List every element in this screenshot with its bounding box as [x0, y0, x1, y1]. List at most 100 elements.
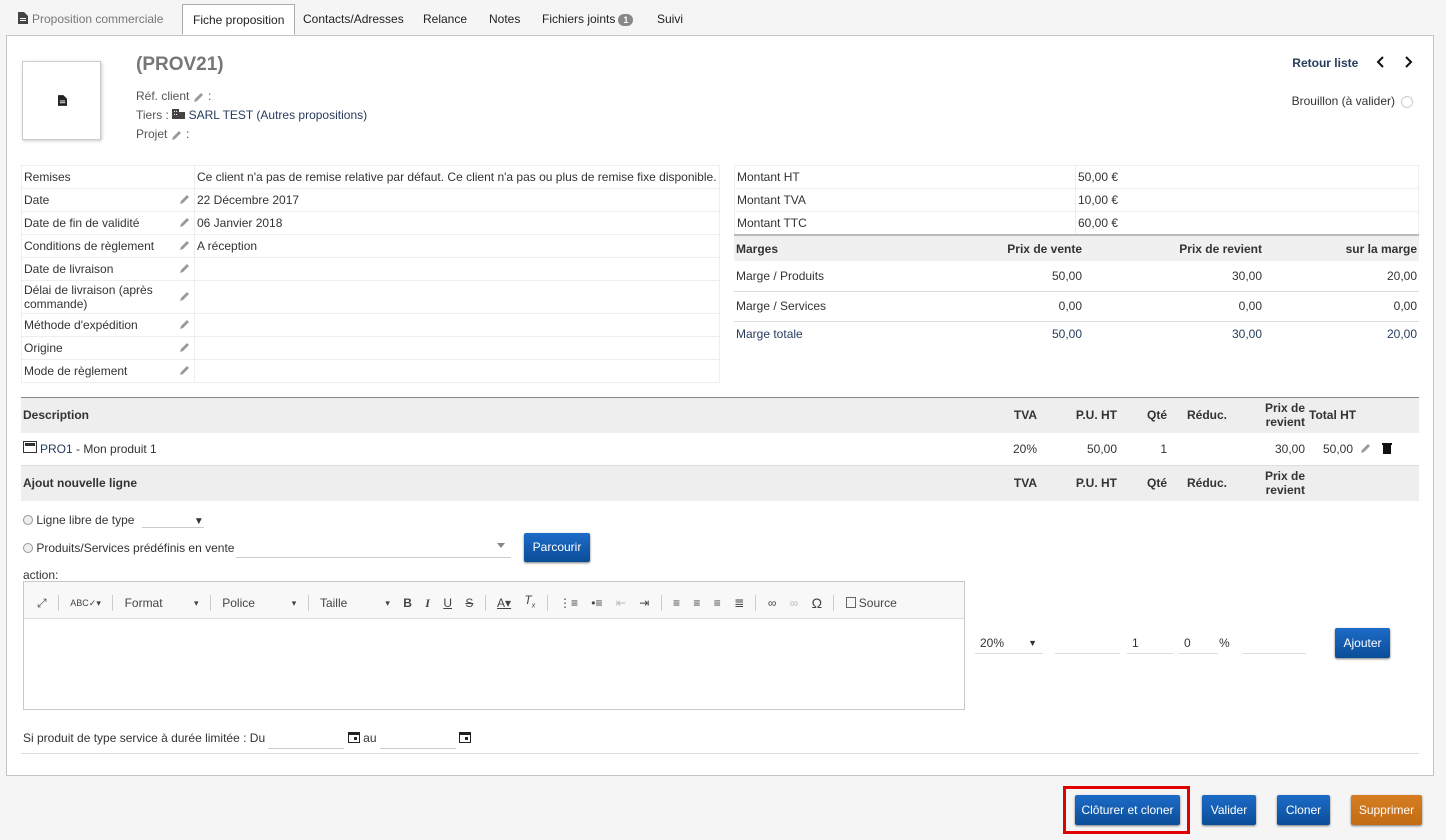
edit-pencil-icon[interactable]	[1360, 442, 1372, 454]
other-proposals-link[interactable]: (Autres propositions)	[256, 108, 367, 122]
line-pu: 50,00	[1039, 432, 1119, 466]
italic-icon[interactable]: I	[425, 585, 430, 621]
strikethrough-icon[interactable]: S	[465, 585, 473, 621]
tab-suivi[interactable]: Suivi	[647, 4, 693, 35]
back-to-list-link[interactable]: Retour liste	[1292, 56, 1358, 70]
tab-contacts-adresses[interactable]: Contacts/Adresses	[293, 4, 414, 35]
bold-icon[interactable]: B	[403, 585, 412, 621]
tab-fiche-proposition[interactable]: Fiche proposition	[182, 4, 296, 35]
calendar-icon[interactable]	[347, 731, 360, 743]
date-end-input[interactable]	[379, 728, 456, 749]
clone-button[interactable]: Cloner	[1277, 795, 1330, 825]
numbered-list-icon[interactable]: ⋮≡	[559, 585, 578, 621]
field-value: Ce client n'a pas de remise relative par…	[194, 165, 720, 189]
table-row: PRO1 - Mon produit 1 20% 50,00 1 30,00 5…	[21, 432, 1419, 466]
status-circle-icon	[1401, 95, 1413, 108]
proposal-fields-table: Remises Ce client n'a pas de remise relat…	[21, 165, 720, 383]
align-left-icon[interactable]: ≡	[673, 585, 680, 621]
bullet-list-icon[interactable]: •≡	[591, 585, 602, 621]
delete-button[interactable]: Supprimer	[1351, 795, 1422, 825]
tab-relance[interactable]: Relance	[413, 4, 477, 35]
predefined-radio[interactable]	[23, 543, 33, 553]
col-tva: TVA	[979, 465, 1039, 501]
rich-text-editor: ⤢ ABC✓▾ Format ▾ Police ▾ Taille ▾ B I U S …	[23, 581, 965, 710]
tab-fichiers-joints[interactable]: Fichiers joints 1	[532, 4, 643, 35]
tab-label: Contacts/Adresses	[303, 12, 404, 26]
edit-pencil-icon[interactable]	[179, 341, 191, 353]
chevron-left-icon[interactable]	[1376, 56, 1386, 68]
margin-header: sur la marge	[1264, 235, 1419, 261]
line-type-select[interactable]: ▼	[141, 516, 204, 528]
size-select[interactable]: Taille ▾	[320, 585, 390, 621]
edit-pencil-icon[interactable]	[179, 262, 191, 274]
outdent-icon[interactable]: ⇤	[616, 585, 626, 621]
margin-sale: 50,00	[1004, 261, 1084, 292]
spellcheck-icon[interactable]: ABC✓▾	[70, 585, 101, 621]
validate-button[interactable]: Valider	[1202, 795, 1256, 825]
line-tva: 20%	[979, 432, 1039, 466]
editor-body[interactable]	[24, 619, 964, 709]
field-edit-cell	[176, 359, 195, 383]
product-ref-link[interactable]: PRO1	[40, 442, 73, 456]
add-line-button[interactable]: Ajouter	[1335, 628, 1390, 658]
remove-format-icon[interactable]: Tx	[524, 582, 535, 624]
product-select[interactable]	[236, 537, 511, 558]
product-icon	[23, 441, 37, 454]
font-select[interactable]: Police ▾	[222, 585, 296, 621]
reduc-input[interactable]: 0	[1179, 632, 1218, 654]
tab-label: Relance	[423, 12, 468, 26]
chevron-right-icon[interactable]	[1403, 56, 1413, 68]
tab-proposition-commerciale[interactable]: Proposition commerciale	[8, 4, 173, 35]
edit-pencil-icon[interactable]	[171, 129, 183, 141]
field-label: Méthode d'expédition	[21, 313, 177, 337]
justify-icon[interactable]: ≣	[734, 585, 744, 621]
size-label: Taille	[319, 596, 348, 611]
trash-icon[interactable]	[1381, 442, 1392, 454]
field-edit-cell	[176, 188, 195, 212]
maximize-icon[interactable]: ⤢	[37, 585, 47, 621]
date-start-input[interactable]	[268, 728, 345, 749]
unlink-icon[interactable]: ∞	[790, 585, 799, 621]
format-select[interactable]: Format ▾	[125, 585, 199, 621]
status-line: Brouillon (à valider)	[1292, 94, 1413, 108]
tiers-link[interactable]: SARL TEST	[189, 108, 253, 122]
edit-pencil-icon[interactable]	[179, 193, 191, 205]
tab-notes[interactable]: Notes	[479, 4, 530, 35]
cost-price-input[interactable]	[1243, 632, 1306, 654]
document-icon	[18, 12, 28, 24]
separator	[833, 595, 835, 612]
edit-pencil-icon[interactable]	[179, 318, 191, 330]
field-label: Date	[21, 188, 177, 212]
pu-input[interactable]	[1055, 632, 1120, 654]
free-line-radio[interactable]	[23, 515, 33, 525]
align-right-icon[interactable]: ≡	[714, 585, 721, 621]
edit-pencil-icon[interactable]	[179, 290, 191, 302]
field-edit-cell	[176, 211, 195, 235]
field-row: Conditions de règlement A réception	[21, 234, 720, 258]
source-button[interactable]: Source	[845, 585, 897, 621]
edit-pencil-icon[interactable]	[179, 216, 191, 228]
add-line-form: Ligne libre de type ▼ Produits/Services …	[21, 502, 1419, 754]
tva-select[interactable]: 20% ▼	[975, 632, 1043, 654]
text-color-icon[interactable]: A▾	[497, 585, 511, 621]
link-icon[interactable]: ∞	[768, 585, 777, 621]
edit-pencil-icon[interactable]	[193, 91, 205, 103]
field-value	[194, 336, 720, 360]
colon: :	[208, 89, 212, 103]
field-label: Conditions de règlement	[21, 234, 177, 258]
qty-input[interactable]: 1	[1127, 632, 1173, 654]
special-char-icon[interactable]: Ω	[812, 585, 822, 621]
underline-icon[interactable]: U	[443, 585, 452, 621]
add-line-title: Ajout nouvelle ligne	[21, 465, 979, 501]
edit-pencil-icon[interactable]	[179, 239, 191, 251]
source-icon	[845, 597, 856, 609]
browse-button[interactable]: Parcourir	[524, 533, 590, 562]
calendar-icon[interactable]	[459, 731, 472, 743]
indent-icon[interactable]: ⇥	[639, 585, 649, 621]
close-and-clone-button[interactable]: Clôturer et cloner	[1075, 795, 1180, 825]
align-center-icon[interactable]: ≡	[693, 585, 700, 621]
margin-header: Marges	[734, 235, 1004, 261]
colon: :	[186, 127, 190, 141]
col-pu: P.U. HT	[1039, 397, 1119, 433]
edit-pencil-icon[interactable]	[179, 364, 191, 376]
